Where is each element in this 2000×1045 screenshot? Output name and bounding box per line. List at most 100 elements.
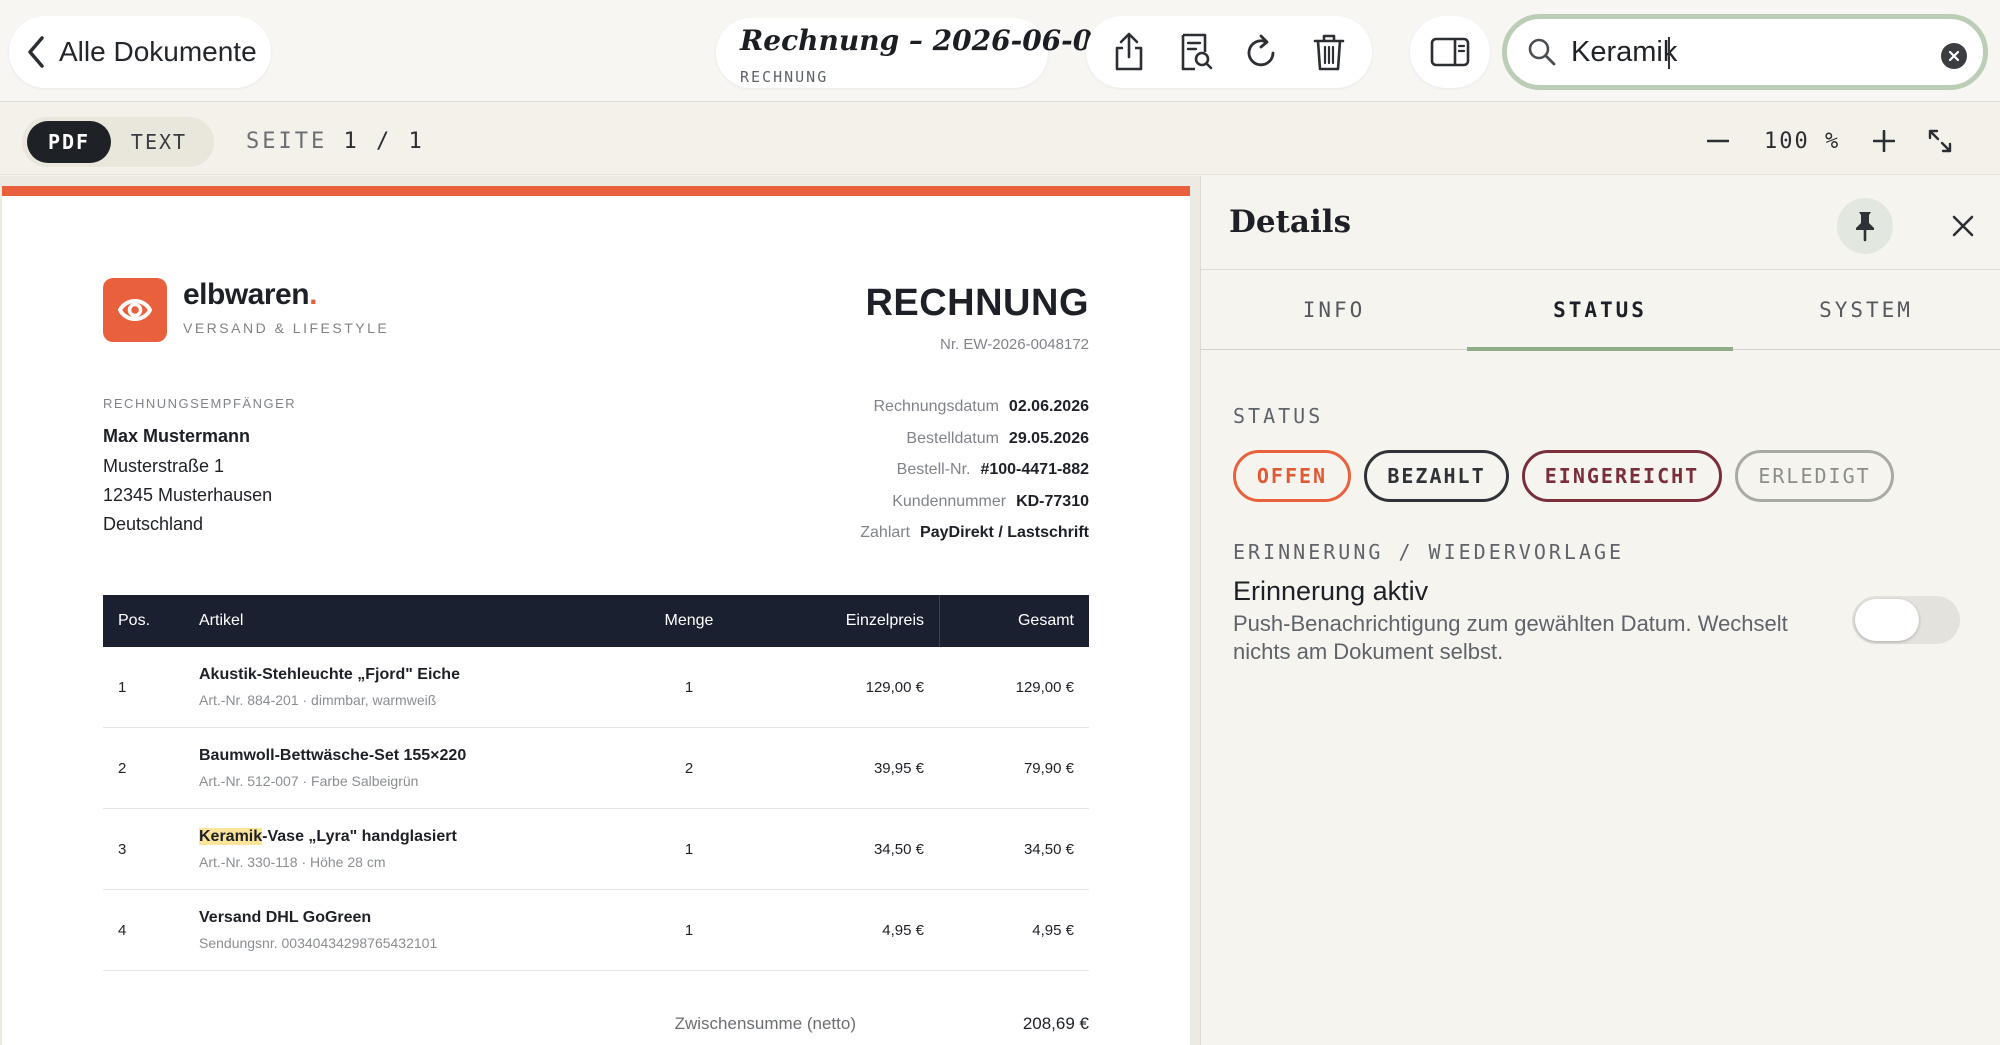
reminder-toggle[interactable] bbox=[1852, 596, 1960, 644]
document-type: RECHNUNG bbox=[740, 68, 829, 86]
status-chip-bezahlt[interactable]: BEZAHLT bbox=[1364, 450, 1509, 502]
search-field[interactable] bbox=[1502, 14, 1988, 90]
pin-button[interactable] bbox=[1837, 198, 1893, 254]
article-name-rest: -Vase „Lyra" handglasiert bbox=[262, 828, 457, 845]
article-name: Keramik-Vase „Lyra" handglasiert bbox=[199, 828, 629, 846]
row-total: 79,90 € bbox=[1023, 759, 1074, 777]
close-icon bbox=[1952, 215, 1974, 237]
expand-icon bbox=[1928, 129, 1952, 153]
tab-status[interactable]: STATUS bbox=[1467, 270, 1733, 351]
status-chip-erledigt[interactable]: ERLEDIGT bbox=[1735, 450, 1894, 502]
article-name: Baumwoll-Bettwäsche-Set 155×220 bbox=[199, 747, 467, 764]
document-title: Rechnung – 2026-06-02 bbox=[740, 24, 1112, 57]
status-chip-eingereicht[interactable]: EINGEREICHT bbox=[1522, 450, 1722, 502]
page-separator: / bbox=[375, 129, 393, 154]
meta-row-order-number: Bestell-Nr. #100-4471-882 bbox=[589, 461, 1089, 493]
text-caret bbox=[1668, 37, 1670, 69]
row-qty: 1 bbox=[684, 678, 694, 696]
table-row: 4 Versand DHL GoGreen Sendungsnr. 003404… bbox=[103, 890, 1089, 971]
article-detail: Art.-Nr. 512-007 · Farbe Salbeigrün bbox=[199, 773, 419, 789]
meta-label: Bestelldatum bbox=[906, 429, 999, 447]
search-input[interactable] bbox=[1571, 35, 1941, 69]
header-article: Artikel bbox=[199, 612, 244, 629]
meta-row-customer-number: Kundennummer KD-77310 bbox=[589, 493, 1089, 525]
panel-toggle-button[interactable] bbox=[1410, 16, 1490, 88]
meta-label: Bestell-Nr. bbox=[896, 461, 971, 478]
article-name: Versand DHL GoGreen bbox=[199, 909, 372, 926]
row-unit-price: 129,00 € bbox=[865, 678, 924, 696]
meta-value: PayDirekt / Lastschrift bbox=[920, 524, 1089, 541]
details-tabs: INFO STATUS SYSTEM bbox=[1201, 270, 2000, 351]
share-icon bbox=[1115, 32, 1143, 71]
recipient-name: Max Mustermann bbox=[103, 426, 251, 446]
header-pos: Pos. bbox=[118, 612, 151, 629]
row-unit-price: 34,50 € bbox=[873, 840, 924, 858]
tab-system[interactable]: SYSTEM bbox=[1733, 270, 1999, 350]
clear-search-button[interactable] bbox=[1941, 43, 1967, 69]
back-label: Alle Dokumente bbox=[59, 36, 257, 67]
row-pos: 2 bbox=[118, 759, 127, 777]
fullscreen-button[interactable] bbox=[1922, 123, 1958, 159]
minus-icon bbox=[1707, 139, 1729, 143]
table-header: Pos. Artikel Menge Einzelpreis Gesamt bbox=[103, 595, 1089, 647]
tab-info[interactable]: INFO bbox=[1201, 270, 1467, 350]
subtotal-row: Zwischensumme (netto) 208,69 € bbox=[103, 1014, 1089, 1044]
meta-value: 29.05.2026 bbox=[1008, 429, 1089, 447]
reminder-title: Erinnerung aktiv bbox=[1233, 576, 1429, 606]
page-total: 1 bbox=[408, 129, 425, 154]
row-article: Versand DHL GoGreen Sendungsnr. 00340434… bbox=[199, 909, 629, 951]
trash-icon bbox=[1313, 34, 1345, 71]
close-icon bbox=[1948, 50, 1960, 62]
mode-pdf[interactable]: PDF bbox=[27, 121, 111, 163]
header-qty: Menge bbox=[664, 612, 714, 629]
page-current: 1 bbox=[343, 129, 360, 154]
details-header: Details bbox=[1201, 176, 2000, 270]
sidebar-toggle-icon bbox=[1430, 37, 1470, 67]
recipient-city: 12345 Musterhausen bbox=[103, 485, 273, 505]
close-panel-button[interactable] bbox=[1943, 206, 1983, 246]
top-bar: Alle Dokumente Rechnung – 2026-06-02 REC… bbox=[0, 0, 2000, 102]
article-detail: Art.-Nr. 330-118 · Höhe 28 cm bbox=[199, 854, 386, 870]
brand-dot: . bbox=[309, 278, 317, 311]
brand-tagline: VERSAND & LIFESTYLE bbox=[183, 320, 390, 336]
meta-row-payment: Zahlart PayDirekt / Lastschrift bbox=[589, 524, 1089, 556]
document-viewer[interactable]: elbwaren. VERSAND & LIFESTYLE RECHNUNG N… bbox=[0, 176, 1200, 1045]
subtotal-value: 208,69 € bbox=[1022, 1014, 1089, 1033]
row-article: Baumwoll-Bettwäsche-Set 155×220 Art.-Nr.… bbox=[199, 747, 629, 789]
meta-label: Zahlart bbox=[860, 524, 911, 541]
table-row: 2 Baumwoll-Bettwäsche-Set 155×220 Art.-N… bbox=[103, 728, 1089, 809]
search-highlight: Keramik bbox=[199, 828, 263, 845]
view-bar: PDF TEXT SEITE 1 / 1 100 % bbox=[0, 103, 2000, 175]
invoice-page: elbwaren. VERSAND & LIFESTYLE RECHNUNG N… bbox=[2, 186, 1190, 1045]
meta-label: Kundennummer bbox=[892, 492, 1007, 510]
row-qty: 2 bbox=[684, 759, 694, 777]
row-article: Akustik-Stehleuchte „Fjord" Eiche Art.-N… bbox=[199, 666, 629, 708]
toggle-knob bbox=[1855, 599, 1919, 641]
brand-name: elbwaren. bbox=[183, 278, 317, 312]
delete-button[interactable] bbox=[1303, 26, 1355, 78]
details-title: Details bbox=[1229, 204, 1352, 240]
row-qty: 1 bbox=[684, 840, 694, 858]
recipient-label: RECHNUNGSEMPFÄNGER bbox=[103, 396, 297, 411]
share-button[interactable] bbox=[1103, 26, 1155, 78]
zoom-in-button[interactable] bbox=[1866, 123, 1902, 159]
meta-value: 02.06.2026 bbox=[1008, 398, 1089, 415]
meta-row-invoice-date: Rechnungsdatum 02.06.2026 bbox=[589, 398, 1090, 430]
back-button[interactable]: Alle Dokumente bbox=[9, 16, 271, 88]
status-chip-offen[interactable]: OFFEN bbox=[1233, 450, 1351, 502]
row-qty: 1 bbox=[684, 921, 694, 939]
inspect-button[interactable] bbox=[1170, 26, 1222, 78]
header-unit-price: Einzelpreis bbox=[845, 612, 924, 629]
row-total: 129,00 € bbox=[1015, 678, 1074, 696]
mode-text[interactable]: TEXT bbox=[111, 121, 207, 163]
status-section-label: STATUS bbox=[1233, 404, 1324, 428]
row-pos: 1 bbox=[118, 678, 127, 696]
row-pos: 3 bbox=[118, 840, 127, 858]
refresh-button[interactable] bbox=[1236, 26, 1288, 78]
zoom-out-button[interactable] bbox=[1700, 123, 1736, 159]
meta-value: #100-4471-882 bbox=[980, 461, 1089, 478]
inspect-icon bbox=[1181, 33, 1213, 71]
table-row: 1 Akustik-Stehleuchte „Fjord" Eiche Art.… bbox=[103, 647, 1089, 728]
article-name: Akustik-Stehleuchte „Fjord" Eiche bbox=[199, 666, 460, 683]
row-total: 4,95 € bbox=[1032, 921, 1074, 939]
